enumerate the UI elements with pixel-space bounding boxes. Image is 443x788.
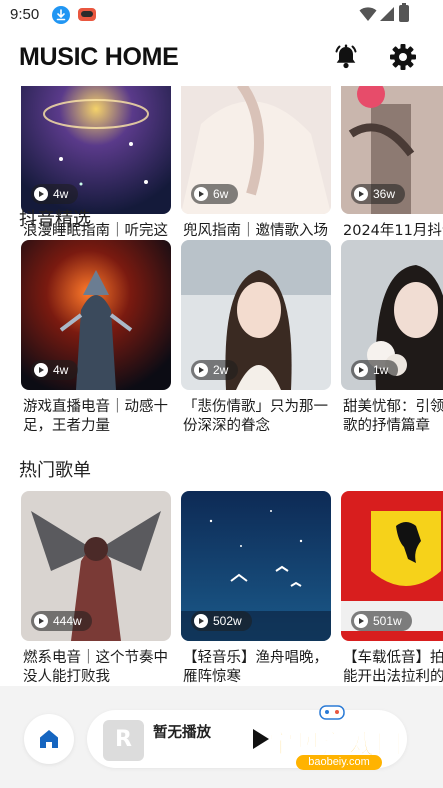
- playlist-card[interactable]: 444w 燃系电音｜这个节奏中没人能打败我: [21, 491, 171, 685]
- status-bar: 9:50: [0, 0, 443, 30]
- wifi-icon: [359, 7, 377, 21]
- gear-icon[interactable]: [388, 42, 418, 72]
- watermark-logo: 宝贝游戏网 baobeiy.com: [266, 700, 438, 780]
- app-notification-icon: [78, 8, 96, 21]
- playlist-cover: 502w: [181, 491, 331, 641]
- status-time: 9:50: [10, 6, 40, 23]
- play-icon: [354, 187, 368, 201]
- playlist-card[interactable]: 6w 兜风指南｜邀情歌入场听微风柔缓: [181, 86, 331, 258]
- section-title: 抖音精选: [19, 209, 91, 230]
- battery-icon: [399, 3, 409, 22]
- playlist-card[interactable]: 2w 「悲伤情歌」只为那一份深深的眷念: [181, 240, 331, 434]
- play-icon: [194, 614, 208, 628]
- bell-icon[interactable]: [331, 42, 361, 72]
- play-icon: [34, 363, 48, 377]
- play-count-badge: 4w: [31, 360, 79, 380]
- playlist-cover: 2w: [181, 240, 331, 390]
- play-icon: [34, 187, 48, 201]
- playlist-cover: 36w: [341, 86, 443, 214]
- play-icon: [354, 614, 368, 628]
- page-title: MUSIC HOME: [19, 43, 179, 71]
- download-icon: [52, 6, 70, 24]
- playlist-cover: 444w: [21, 491, 171, 641]
- playlist-title: 【车载低音】拍打心跳能开出法拉利的感觉: [343, 650, 443, 685]
- playlist-title: 燃系电音｜这个节奏中没人能打败我: [23, 650, 168, 685]
- playlist-title: 甜美忧郁：引领你进入歌的抒情篇章: [343, 399, 443, 434]
- player-cover: R: [103, 720, 144, 761]
- player-status: 暂无播放: [153, 725, 211, 741]
- playlist-title: 【轻音乐】渔舟唱晚，雁阵惊寒: [183, 650, 328, 685]
- playlist-cover: 6w: [181, 86, 331, 214]
- home-icon: [40, 730, 58, 748]
- play-count-badge: 1w: [351, 360, 399, 380]
- play-count-badge: 501w: [351, 611, 412, 631]
- playlist-cover: 1w: [341, 240, 443, 390]
- playlist-card[interactable]: 4w 游戏直播电音｜动感十足，王者力量: [21, 240, 171, 434]
- play-count-badge: 2w: [191, 360, 239, 380]
- play-icon: [354, 363, 368, 377]
- playlist-title: 「悲伤情歌」只为那一份深深的眷念: [183, 399, 328, 434]
- playlist-card[interactable]: 501w 【车载低音】拍打心跳能开出法拉利的感觉: [341, 491, 443, 685]
- play-icon: [194, 187, 208, 201]
- playlist-cover: 501w: [341, 491, 443, 641]
- play-count-badge: 502w: [191, 611, 252, 631]
- playlist-card[interactable]: 502w 【轻音乐】渔舟唱晚，雁阵惊寒: [181, 491, 331, 685]
- play-count-badge: 444w: [31, 611, 92, 631]
- signal-icon: [380, 7, 394, 21]
- playlist-cover: 4w: [21, 86, 171, 214]
- playlist-feed[interactable]: 4w 浪漫睡眠指南｜听完这首就睡 6w 兜风指南｜邀情歌入场听微风柔缓 36w …: [0, 86, 443, 686]
- playlist-card[interactable]: 1w 甜美忧郁：引领你进入歌的抒情篇章: [341, 240, 443, 434]
- play-icon: [34, 614, 48, 628]
- home-button[interactable]: [24, 714, 74, 764]
- play-count-badge: 4w: [31, 184, 79, 204]
- playlist-card[interactable]: 36w 2024年11月抖音热歌精选: [341, 86, 443, 258]
- playlist-title: 游戏直播电音｜动感十足，王者力量: [23, 399, 168, 434]
- play-count-badge: 6w: [191, 184, 239, 204]
- play-count-badge: 36w: [351, 184, 406, 204]
- section-title: 热门歌单: [19, 460, 91, 481]
- playlist-cover: 4w: [21, 240, 171, 390]
- playlist-card[interactable]: 4w 浪漫睡眠指南｜听完这首就睡: [21, 86, 171, 258]
- play-icon: [194, 363, 208, 377]
- watermark-url: baobeiy.com: [296, 755, 382, 770]
- gamepad-icon: [319, 705, 345, 720]
